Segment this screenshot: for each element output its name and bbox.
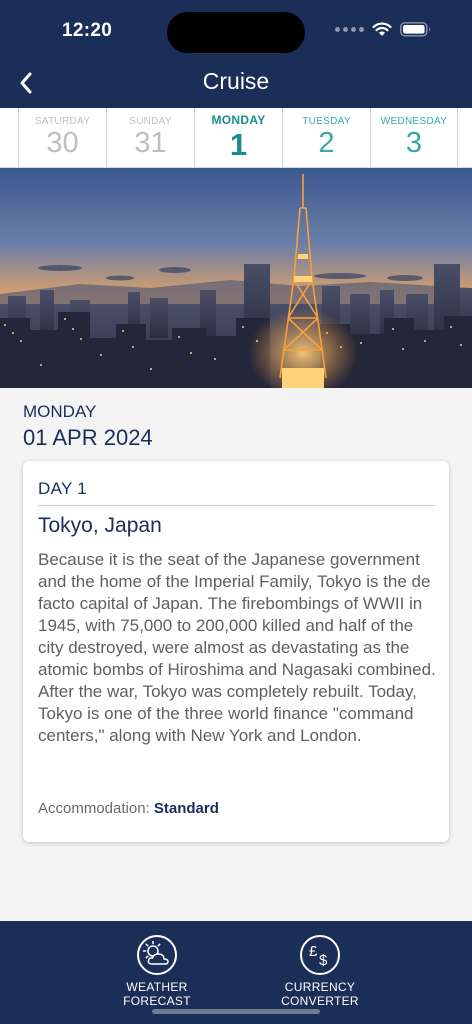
currency-converter-button[interactable]: £ $ CURRENCY CONVERTER (265, 935, 375, 1008)
day-number: 1 (229, 127, 248, 162)
day-number: 30 (46, 127, 79, 159)
day-number: 31 (134, 127, 167, 159)
date-weekday: MONDAY (23, 402, 97, 421)
accommodation-label: Accommodation: (38, 800, 150, 817)
day-name: SATURDAY (34, 116, 91, 127)
day-number: 2 (318, 127, 335, 159)
destination-photo (0, 168, 472, 388)
day-tab-monday[interactable]: MONDAY 1 (194, 108, 282, 168)
currency-label-line2: CONVERTER (281, 994, 359, 1008)
status-icons (335, 22, 432, 37)
svg-text:$: $ (319, 952, 328, 969)
itinerary-card: DAY 1 Tokyo, Japan Because it is the sea… (23, 461, 449, 842)
weather-forecast-button[interactable]: WEATHER FORECAST (102, 935, 212, 1008)
home-indicator (152, 1009, 320, 1014)
city-skyline-illustration (0, 168, 472, 388)
day-tab-sunday[interactable]: SUNDAY 31 (106, 108, 194, 168)
currency-label-line1: CURRENCY (284, 980, 356, 994)
day-name: MONDAY (211, 113, 266, 127)
day-tab-tuesday[interactable]: TUESDAY 2 (282, 108, 370, 168)
day-label: DAY 1 (38, 479, 88, 498)
day-tab-saturday[interactable]: SATURDAY 30 (18, 108, 106, 168)
day-number: 3 (405, 127, 423, 159)
page-title: Cruise (202, 68, 270, 94)
date-full: 01 APR 2024 (23, 425, 153, 450)
currency-converter-label: CURRENCY CONVERTER (265, 980, 375, 1008)
app-header: 12:20 Cruise (0, 0, 472, 108)
weather-forecast-label: WEATHER FORECAST (102, 980, 212, 1008)
day-name: SUNDAY (129, 116, 172, 127)
divider (38, 505, 435, 506)
accommodation-value: Standard (153, 800, 219, 817)
svg-text:£: £ (309, 943, 318, 960)
weather-label-line2: FORECAST (123, 994, 191, 1008)
wifi-icon (372, 22, 392, 36)
port-description: Because it is the seat of the Japanese g… (38, 550, 436, 745)
currency-icon: £ $ (300, 935, 340, 975)
battery-icon (400, 22, 430, 37)
status-time: 12:20 (62, 20, 113, 41)
signal-icon (335, 27, 364, 32)
accommodation: Accommodation: Standard (38, 800, 219, 817)
dynamic-island (167, 12, 305, 53)
day-name: TUESDAY (302, 116, 351, 127)
day-selector: SATURDAY 30 SUNDAY 31 MONDAY 1 TUESDAY 2… (0, 108, 472, 168)
weather-icon (137, 935, 177, 975)
day-name: WEDNESDAY (380, 116, 448, 127)
weather-label-line1: WEATHER (126, 980, 188, 994)
port-name: Tokyo, Japan (38, 514, 162, 537)
day-tab-wednesday[interactable]: WEDNESDAY 3 (370, 108, 458, 168)
